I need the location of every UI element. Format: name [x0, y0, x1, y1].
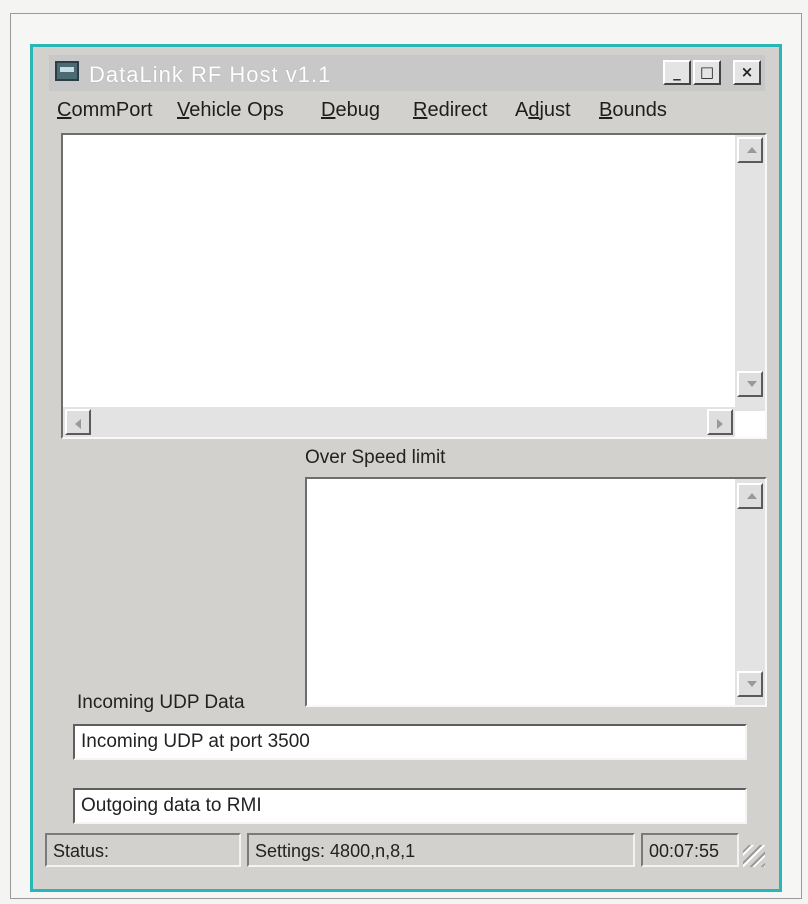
- over-speed-scroll-down[interactable]: [737, 671, 763, 697]
- status-bar: Status: Settings: 4800,n,8,1 00:07:55: [45, 833, 765, 867]
- main-vertical-scrollbar[interactable]: [735, 135, 765, 411]
- over-speed-label: Over Speed limit: [305, 447, 446, 468]
- maximize-button[interactable]: □: [693, 60, 721, 85]
- menu-debug[interactable]: Debug: [321, 99, 380, 122]
- clock-panel: 00:07:55: [641, 833, 739, 867]
- menu-adjust[interactable]: Adjust: [515, 99, 571, 122]
- window-title: DataLink RF Host v1.1: [89, 62, 332, 87]
- minimize-button[interactable]: _: [663, 60, 691, 85]
- main-log-area[interactable]: [61, 133, 767, 439]
- close-button[interactable]: ×: [733, 60, 761, 85]
- scroll-left-button[interactable]: [65, 409, 91, 435]
- menu-redirect[interactable]: Redirect: [413, 99, 487, 122]
- incoming-udp-label: Incoming UDP Data: [77, 692, 245, 713]
- menu-commport[interactable]: CommPort: [57, 99, 153, 122]
- title-bar[interactable]: DataLink RF Host v1.1 _ □ ×: [49, 55, 765, 91]
- incoming-udp-field[interactable]: Incoming UDP at port 3500: [73, 724, 747, 760]
- settings-panel: Settings: 4800,n,8,1: [247, 833, 635, 867]
- menu-vehicle-ops[interactable]: Vehicle Ops: [177, 99, 284, 122]
- scroll-up-button[interactable]: [737, 137, 763, 163]
- over-speed-scrollbar[interactable]: [735, 479, 765, 705]
- resize-grip[interactable]: [743, 845, 765, 867]
- outgoing-data-field[interactable]: Outgoing data to RMI: [73, 788, 747, 824]
- app-window: DataLink RF Host v1.1 _ □ × CommPort Veh…: [30, 44, 782, 892]
- scroll-right-button[interactable]: [707, 409, 733, 435]
- app-icon: [55, 61, 79, 81]
- over-speed-scroll-up[interactable]: [737, 483, 763, 509]
- scroll-down-button[interactable]: [737, 371, 763, 397]
- status-panel: Status:: [45, 833, 241, 867]
- menu-bounds[interactable]: Bounds: [599, 99, 667, 122]
- main-horizontal-scrollbar[interactable]: [63, 407, 735, 437]
- over-speed-list[interactable]: [305, 477, 767, 707]
